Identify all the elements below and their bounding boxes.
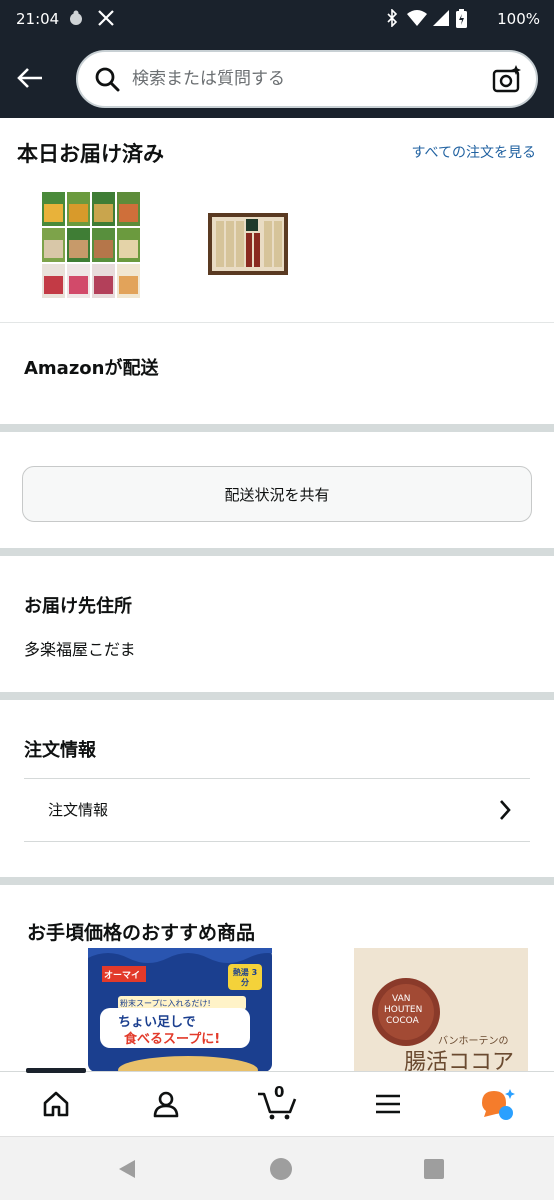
nav-cart-button[interactable]: 0 (254, 1083, 300, 1122)
bluetooth-icon (384, 8, 400, 28)
back-arrow-icon (17, 68, 42, 88)
delivered-title: 本日お届け済み (17, 142, 164, 166)
product-thumbnail-noodle-gift-set[interactable] (208, 213, 288, 279)
battery-icon (455, 8, 467, 28)
account-icon (153, 1091, 179, 1118)
shipped-by-amazon: Amazonが配送 (24, 358, 159, 379)
system-recents-icon[interactable] (422, 1157, 446, 1181)
recommended-product-soup[interactable]: オーマイ 熱湯 3分 粉末スープに入れるだけ! ちょい足しで 食べるスープに! (88, 948, 272, 1072)
nav-account-button[interactable] (146, 1086, 186, 1122)
order-info-row-label: 注文情報 (48, 801, 109, 819)
soup-tagline: 粉末スープに入れるだけ! (120, 999, 211, 1008)
section-divider (0, 548, 554, 556)
rufus-icon (482, 1089, 515, 1120)
recommended-product-cocoa[interactable]: VAN HOUTEN COCOA バンホーテンの 腸活ココア (354, 948, 528, 1072)
search-input[interactable] (132, 62, 472, 96)
nav-home-button[interactable] (36, 1086, 76, 1122)
x-logo-icon (96, 8, 116, 28)
nav-rufus-button[interactable] (478, 1086, 518, 1122)
search-bar[interactable] (76, 50, 538, 108)
cocoa-headline: 腸活ココア (404, 1050, 515, 1072)
section-divider (0, 424, 554, 432)
system-home-icon[interactable] (269, 1157, 293, 1181)
cocoa-brand-1: VAN (392, 994, 411, 1004)
status-time: 21:04 (16, 10, 60, 28)
search-icon (94, 66, 120, 96)
back-button[interactable] (10, 58, 50, 98)
system-navigation-bar (0, 1136, 554, 1200)
soup-headline-2: 食べるスープに! (124, 1032, 221, 1047)
status-bar: 21:04 100% (0, 0, 554, 38)
camera-search-icon[interactable] (492, 64, 522, 98)
soup-badge: 熱湯 3分 (232, 968, 258, 987)
top-header (0, 38, 554, 118)
cocoa-brand-3: COCOA (386, 1016, 419, 1026)
menu-icon (376, 1094, 400, 1114)
shipping-address-name: 多楽福屋こだま (24, 640, 136, 659)
shipping-address-title: お届け先住所 (24, 596, 132, 617)
chevron-right-icon (498, 799, 512, 825)
bottom-navigation: 0 (0, 1068, 554, 1135)
app-notification-icon (66, 8, 86, 28)
nav-menu-button[interactable] (368, 1086, 408, 1122)
soup-brand: オーマイ (104, 971, 141, 981)
cocoa-brand-2: HOUTEN (384, 1005, 423, 1015)
system-back-icon[interactable] (115, 1157, 139, 1181)
recommendations-title: お手頃価格のおすすめ商品 (27, 922, 256, 944)
order-info-row[interactable]: 注文情報 (24, 778, 530, 842)
order-info-title: 注文情報 (24, 740, 96, 761)
section-divider (0, 877, 554, 885)
cell-signal-icon (432, 8, 450, 28)
section-divider (0, 322, 554, 323)
see-all-orders-link[interactable]: すべての注文を見る (412, 142, 536, 162)
active-tab-indicator (26, 1068, 86, 1073)
battery-percent: 100% (497, 10, 540, 28)
product-thumbnail-soup-set[interactable] (42, 192, 142, 304)
share-delivery-status-button[interactable]: 配送状況を共有 (22, 466, 532, 522)
wifi-icon (406, 8, 428, 28)
cart-count: 0 (274, 1083, 285, 1101)
home-icon (43, 1091, 69, 1117)
section-divider (0, 692, 554, 700)
